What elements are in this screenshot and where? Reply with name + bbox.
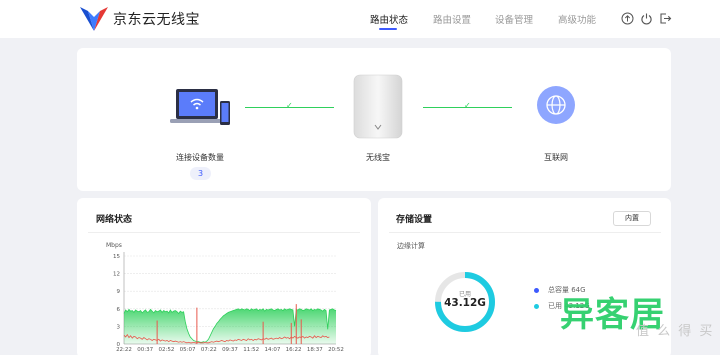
x-tick-label: 16:22 [286,347,302,353]
y-tick-label: 12 [113,272,120,278]
network-status-title: 网络状态 [96,215,133,225]
storage-divider [389,232,661,233]
watermark-subtext: 值 么 得 买 [636,324,715,339]
x-tick-label: 05:07 [180,347,196,353]
link-check-icon: ✓ [464,101,471,110]
download-series-area [124,308,336,344]
legend-total-dot [534,288,539,293]
x-tick-label: 22:22 [116,347,132,353]
y-tick-label: 6 [117,307,121,313]
brand-name: 京东云无线宝 [113,12,200,28]
nav-router-settings[interactable]: 路由设置 [433,12,471,26]
x-tick-label: 00:37 [137,347,153,353]
globe-icon [537,86,575,124]
devices-label: 连接设备数量 [176,153,224,162]
router-device-icon [353,74,403,139]
x-tick-label: 11:52 [243,347,259,353]
top-bar: 京东云无线宝 路由状态 路由设置 设备管理 高级功能 [0,0,720,38]
donut-used-value: 43.12G [444,297,486,309]
internet-label: 互联网 [544,153,568,162]
x-tick-label: 18:37 [307,347,323,353]
x-tick-label: 07:22 [201,347,217,353]
y-axis-unit-label: Mbps [106,242,122,249]
logout-icon[interactable] [659,12,672,25]
x-tick-label: 02:52 [158,347,174,353]
storage-settings-title: 存储设置 [396,215,433,225]
x-tick-label: 20:52 [328,347,344,353]
y-tick-label: 9 [117,289,121,295]
x-tick-label: 09:37 [222,347,238,353]
router-label: 无线宝 [366,153,390,162]
nav-advanced[interactable]: 高级功能 [558,12,596,26]
nav-device-management[interactable]: 设备管理 [495,12,533,26]
upload-icon[interactable] [621,12,634,25]
x-tick-label: 14:07 [264,347,280,353]
internal-storage-button[interactable]: 内置 [613,211,651,226]
device-count-badge[interactable]: 3 [190,167,211,180]
legend-used-dot [534,304,539,309]
power-icon[interactable] [640,12,653,25]
edge-computing-label: 边缘计算 [397,242,425,250]
network-divider [88,232,360,233]
nav-router-status[interactable]: 路由状态 [370,12,408,26]
y-tick-label: 3 [117,324,121,330]
network-traffic-chart: Mbps1512963022:22 00:37 02:52 05:07 07:22 09:… [106,242,344,353]
jdcloud-logo-icon [80,7,108,31]
y-tick-label: 15 [113,254,120,260]
link-check-icon: ✓ [286,101,293,110]
laptop-phone-icon [170,89,230,125]
nav-active-indicator [379,28,397,30]
